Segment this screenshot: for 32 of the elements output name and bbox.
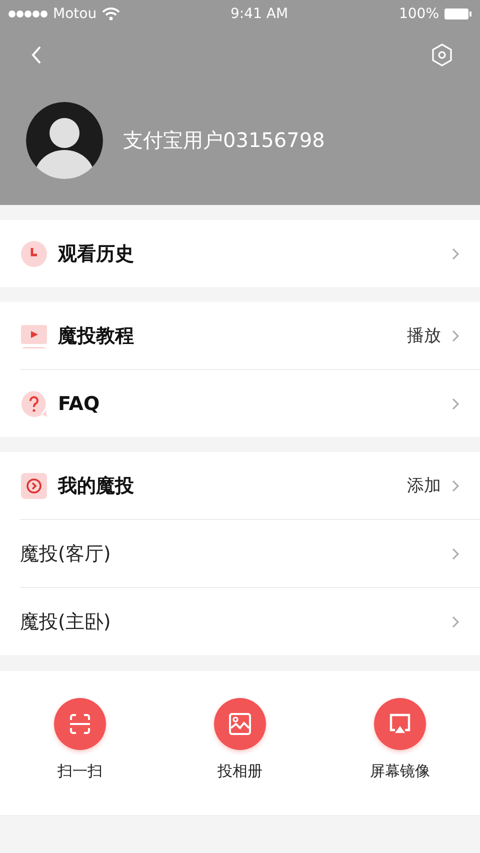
settings-icon[interactable] bbox=[430, 43, 454, 67]
chevron-icon bbox=[451, 396, 460, 410]
menu-row[interactable]: 魔投教程 播放 bbox=[20, 302, 480, 369]
status-time: 9:41 AM bbox=[230, 6, 288, 22]
chevron-icon bbox=[451, 546, 460, 560]
menu-label: 魔投教程 bbox=[58, 324, 135, 348]
menu-detail: 添加 bbox=[407, 475, 441, 497]
signal-icon bbox=[8, 9, 48, 19]
chevron-icon bbox=[451, 328, 460, 342]
chevron-icon bbox=[451, 478, 460, 492]
menu-row[interactable]: 我的魔投 添加 bbox=[20, 452, 480, 519]
action-button[interactable]: 扫一扫 bbox=[0, 671, 160, 815]
menu-detail: 播放 bbox=[407, 325, 441, 347]
menu-row[interactable]: 魔投(主卧) bbox=[20, 587, 480, 655]
action-button[interactable]: 屏幕镜像 bbox=[320, 671, 480, 815]
clock-icon bbox=[20, 240, 48, 268]
action-button[interactable]: 投相册 bbox=[160, 671, 320, 815]
menu-label: 观看历史 bbox=[58, 242, 135, 266]
menu-label: 我的魔投 bbox=[58, 474, 135, 498]
chevron-icon bbox=[451, 614, 460, 628]
menu-label: 魔投(客厅) bbox=[20, 542, 112, 566]
battery-percent: 100% bbox=[398, 6, 439, 22]
menu-label: FAQ bbox=[58, 392, 101, 414]
carrier-name: Motou bbox=[53, 6, 97, 22]
wifi-icon bbox=[102, 7, 120, 21]
question-icon bbox=[20, 390, 48, 418]
battery-icon bbox=[444, 8, 472, 20]
user-name: 支付宝用户03156798 bbox=[123, 127, 325, 154]
menu-row[interactable]: 魔投(客厅) bbox=[20, 519, 480, 587]
chevron-icon bbox=[451, 246, 460, 260]
menu-label: 魔投(主卧) bbox=[20, 610, 112, 634]
menu-row[interactable]: FAQ bbox=[20, 369, 480, 437]
